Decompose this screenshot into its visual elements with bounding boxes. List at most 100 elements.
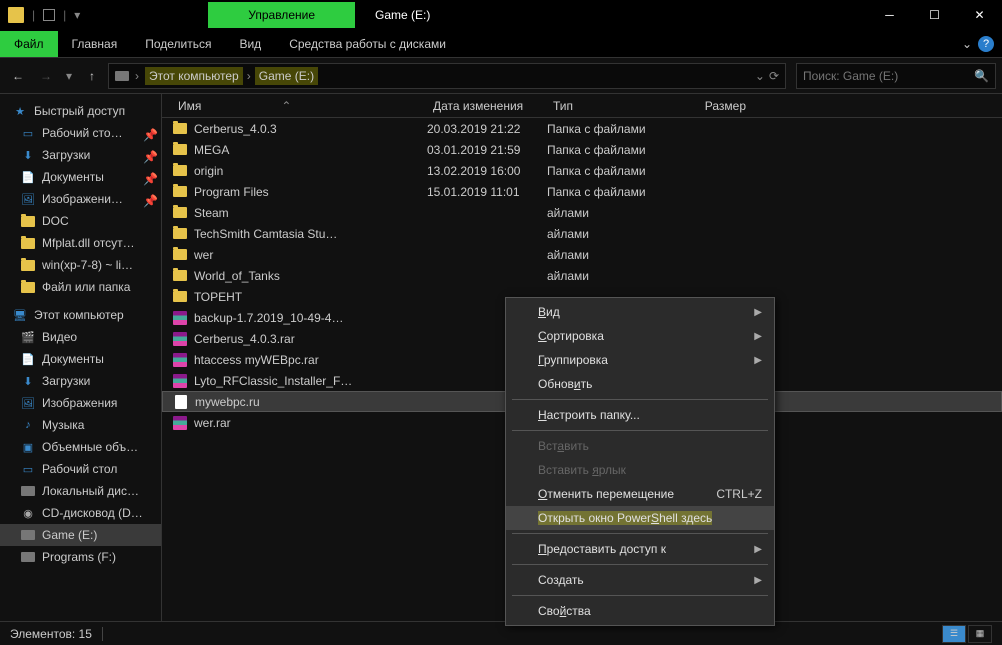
- sidebar-item-label: Изображени…: [42, 192, 123, 206]
- col-date[interactable]: Дата изменения: [427, 99, 547, 113]
- dropdown-icon[interactable]: ▾: [74, 8, 80, 22]
- video-icon: 🎬: [20, 329, 36, 345]
- col-size[interactable]: Размер: [662, 99, 752, 113]
- separator: [512, 533, 768, 534]
- close-button[interactable]: ✕: [957, 0, 1002, 30]
- ctx-refresh[interactable]: Обновить: [506, 372, 774, 396]
- checkbox-icon[interactable]: [43, 9, 55, 21]
- table-row[interactable]: MEGA03.01.2019 21:59Папка с файлами: [162, 139, 1002, 160]
- drive-icon: [115, 71, 129, 81]
- table-row[interactable]: Program Files15.01.2019 11:01Папка с фай…: [162, 181, 1002, 202]
- view-large-icons-button[interactable]: ▦: [968, 625, 992, 643]
- sidebar-item-label: DOC: [42, 214, 69, 228]
- refresh-icon[interactable]: ⟳: [769, 69, 779, 83]
- file-name: wer: [194, 248, 213, 262]
- table-row[interactable]: World_of_Tanksайлами: [162, 265, 1002, 286]
- folder-icon: [20, 213, 36, 229]
- chevron-right-icon[interactable]: ›: [245, 69, 253, 83]
- address-bar[interactable]: › Этот компьютер › Game (E:) ⌄ ⟳: [108, 63, 786, 89]
- ctx-properties[interactable]: Свойства: [506, 599, 774, 623]
- sidebar-video[interactable]: 🎬Видео: [0, 326, 161, 348]
- folder-icon: [20, 279, 36, 295]
- chevron-right-icon[interactable]: ›: [133, 69, 141, 83]
- forward-button[interactable]: →: [34, 64, 58, 88]
- ribbon-expand-icon[interactable]: ⌄: [962, 37, 972, 51]
- ctx-group[interactable]: Группировка▶: [506, 348, 774, 372]
- help-icon[interactable]: ?: [978, 36, 994, 52]
- ctx-customize[interactable]: Настроить папку...: [506, 403, 774, 427]
- titlebar: | | ▾ Управление Game (E:) ─ ☐ ✕: [0, 0, 1002, 30]
- sidebar-doc[interactable]: DOC: [0, 210, 161, 232]
- minimize-button[interactable]: ─: [867, 0, 912, 30]
- folder-icon: [172, 247, 188, 263]
- chevron-right-icon: ▶: [754, 331, 762, 342]
- rar-icon: [172, 373, 188, 389]
- file-name: Lyto_RFClassic_Installer_F…: [194, 374, 352, 388]
- col-name[interactable]: Имя⌃: [172, 99, 427, 113]
- col-type[interactable]: Тип: [547, 99, 662, 113]
- rar-icon: [172, 352, 188, 368]
- maximize-button[interactable]: ☐: [912, 0, 957, 30]
- ctx-undo-move[interactable]: Отменить перемещениеCTRL+Z: [506, 482, 774, 506]
- table-row[interactable]: origin13.02.2019 16:00Папка с файлами: [162, 160, 1002, 181]
- table-row[interactable]: Steamайлами: [162, 202, 1002, 223]
- sidebar-pictures2[interactable]: 🖼Изображения: [0, 392, 161, 414]
- tab-home[interactable]: Главная: [58, 31, 132, 57]
- up-button[interactable]: ↑: [80, 64, 104, 88]
- pin-icon: 📌: [143, 172, 153, 182]
- sidebar-item-label: Документы: [42, 170, 104, 184]
- sidebar-music[interactable]: ♪Музыка: [0, 414, 161, 436]
- navbar: ← → ▾ ↑ › Этот компьютер › Game (E:) ⌄ ⟳…: [0, 58, 1002, 94]
- sidebar-winxp[interactable]: win(xp-7-8) ~ li…: [0, 254, 161, 276]
- ctx-sort[interactable]: Сортировка▶: [506, 324, 774, 348]
- history-dropdown[interactable]: ▾: [62, 64, 76, 88]
- view-details-button[interactable]: ☰: [942, 625, 966, 643]
- file-type: Папка с файлами: [547, 185, 662, 199]
- sidebar-documents[interactable]: 📄Документы📌: [0, 166, 161, 188]
- sidebar-desktop[interactable]: ▭Рабочий сто…📌: [0, 122, 161, 144]
- tab-drive-tools[interactable]: Средства работы с дисками: [275, 31, 460, 57]
- desktop-icon: ▭: [20, 125, 36, 141]
- back-button[interactable]: ←: [6, 64, 30, 88]
- sidebar-cd-drive[interactable]: ◉CD-дисковод (D…: [0, 502, 161, 524]
- search-icon[interactable]: 🔍: [974, 69, 989, 83]
- sidebar-downloads2[interactable]: ⬇Загрузки: [0, 370, 161, 392]
- tab-file[interactable]: Файл: [0, 31, 58, 57]
- ctx-open-powershell[interactable]: Открыть окно PowerShell здесь: [506, 506, 774, 530]
- sidebar-file-or-folder[interactable]: Файл или папка: [0, 276, 161, 298]
- chevron-right-icon: ▶: [754, 355, 762, 366]
- sidebar-game-e[interactable]: Game (E:): [0, 524, 161, 546]
- rar-icon: [172, 331, 188, 347]
- file-name: World_of_Tanks: [194, 269, 280, 283]
- table-row[interactable]: werайлами: [162, 244, 1002, 265]
- separator: [512, 399, 768, 400]
- pin-icon: 📌: [143, 150, 153, 160]
- sidebar-mfplat[interactable]: Mfplat.dll отсут…: [0, 232, 161, 254]
- ctx-view[interactable]: Вид▶: [506, 300, 774, 324]
- tab-share[interactable]: Поделиться: [131, 31, 225, 57]
- crumb-this-pc[interactable]: Этот компьютер: [145, 67, 243, 85]
- sidebar-desktop2[interactable]: ▭Рабочий стол: [0, 458, 161, 480]
- sidebar-programs-f[interactable]: Programs (F:): [0, 546, 161, 568]
- sidebar-downloads[interactable]: ⬇Загрузки📌: [0, 144, 161, 166]
- tab-view[interactable]: Вид: [225, 31, 275, 57]
- table-row[interactable]: TechSmith Camtasia Stu…айлами: [162, 223, 1002, 244]
- sidebar-this-pc[interactable]: 🖥Этот компьютер: [0, 304, 161, 326]
- crumb-drive[interactable]: Game (E:): [255, 67, 318, 85]
- sidebar-local-disk[interactable]: Локальный дис…: [0, 480, 161, 502]
- sidebar-item-label: Game (E:): [42, 528, 97, 542]
- sidebar-item-label: Музыка: [42, 418, 84, 432]
- sidebar-pictures[interactable]: 🖼Изображени…📌: [0, 188, 161, 210]
- search-box[interactable]: 🔍: [796, 63, 996, 89]
- table-row[interactable]: Cerberus_4.0.320.03.2019 21:22Папка с фа…: [162, 118, 1002, 139]
- folder-icon: [172, 289, 188, 305]
- sidebar-item-label: Этот компьютер: [34, 308, 124, 322]
- sidebar-quick-access[interactable]: ★Быстрый доступ: [0, 100, 161, 122]
- ctx-create[interactable]: Создать▶: [506, 568, 774, 592]
- address-dropdown-icon[interactable]: ⌄: [755, 69, 765, 83]
- ctx-give-access[interactable]: Предоставить доступ к▶: [506, 537, 774, 561]
- sidebar-documents2[interactable]: 📄Документы: [0, 348, 161, 370]
- search-input[interactable]: [803, 69, 974, 83]
- contextual-tab-manage[interactable]: Управление: [208, 2, 355, 28]
- sidebar-volumes[interactable]: ▣Объемные объ…: [0, 436, 161, 458]
